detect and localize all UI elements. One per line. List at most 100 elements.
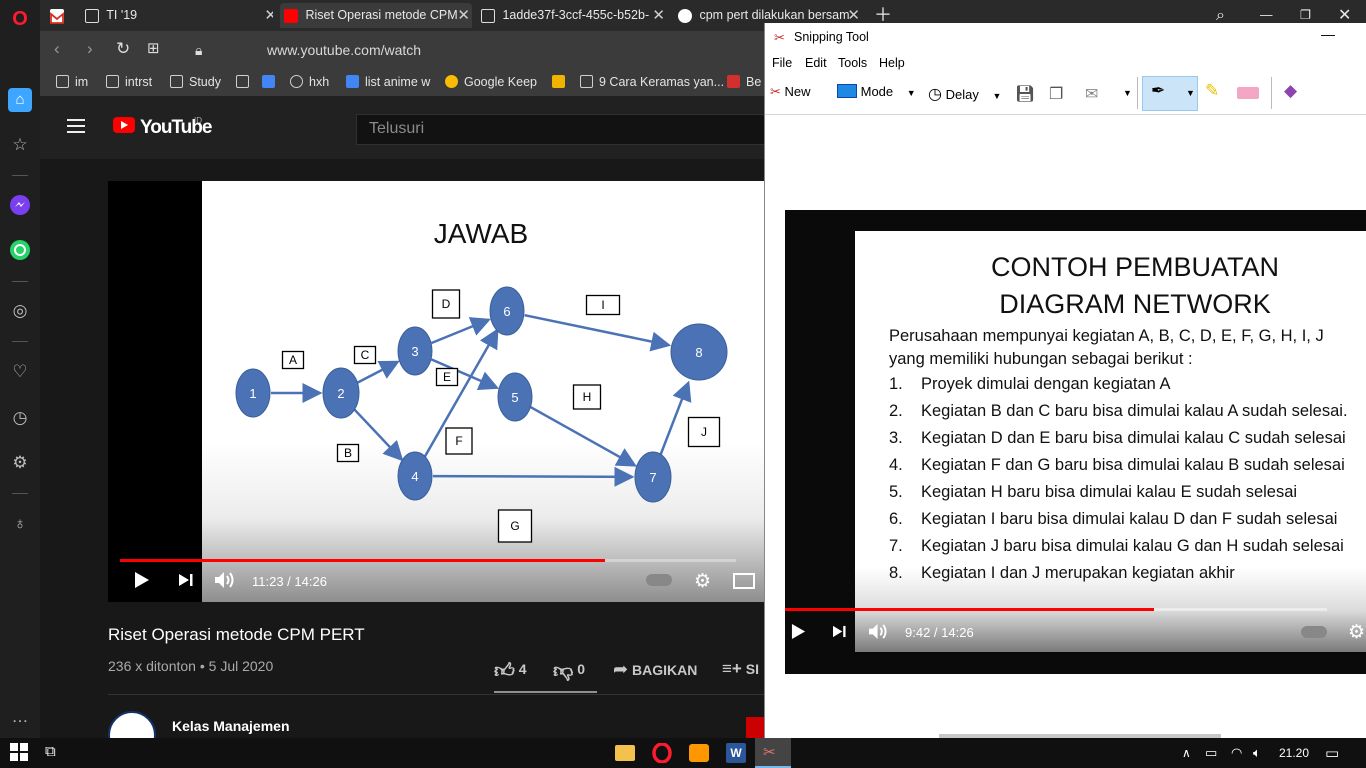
home-icon[interactable]: ⌂ [8,88,32,112]
menu-tools[interactable]: Tools [838,56,867,70]
share-button[interactable]: ➦ BAGIKAN [613,659,697,680]
bookmark-be[interactable]: Be [727,75,761,89]
new-snip-button[interactable]: ✂ New [770,84,811,100]
chevron-up-icon[interactable]: ∧ [1182,746,1202,766]
whatsapp-icon[interactable] [8,239,32,263]
speed-dial-grid-icon[interactable]: ⊞ [147,39,160,57]
battery-icon[interactable]: ▭ [1205,745,1225,765]
tab-gmail[interactable] [50,3,76,28]
channel-avatar[interactable] [108,711,156,738]
back-icon[interactable]: ‹ [54,39,60,59]
dislike-button[interactable]: 👎︎ 0 [553,659,585,683]
bookmark-keramas[interactable]: 9 Cara Keramas yan... [580,75,724,89]
notification-icon[interactable]: ▭ [1325,744,1345,764]
autoplay-toggle[interactable] [646,574,672,586]
player-icon[interactable]: ◎ [8,299,32,323]
menu-file[interactable]: File [772,56,792,70]
channel-name[interactable]: Kelas Manajemen [172,718,290,734]
like-button[interactable]: 👍︎ 4 [494,659,527,683]
windows-start-icon[interactable] [10,743,30,763]
settings-gear-icon[interactable]: ⚙ [8,451,32,475]
paint3d-icon[interactable]: ◆ [1284,81,1297,101]
keep-icon [445,75,458,88]
bookmark-folder-intrst[interactable]: intrst [106,75,152,89]
task-view-icon[interactable]: ⧉ [45,743,65,763]
bookmark-google-keep[interactable]: Google Keep [445,75,537,89]
tab-close-icon[interactable]: ✕ [652,3,665,28]
activity-label-F: F [455,434,462,448]
word-icon[interactable]: W [726,743,746,763]
event-node-label-8: 8 [695,345,702,360]
dropdown-arrow-icon[interactable]: ▼ [1123,88,1132,98]
activity-label-E: E [443,370,451,384]
bookmark-list-anime[interactable]: list anime w [346,75,430,89]
bookmark-hxh[interactable]: hxh [290,75,329,89]
hamburger-menu-icon[interactable] [67,119,85,133]
youtube-logo-icon[interactable] [113,117,135,133]
tab-document[interactable]: 1adde37f-3ccf-455c-b52b- ✕ [481,3,667,28]
activity-label-B: B [344,446,352,460]
youtube-page: YouTube ID Telusuri JAWAB 1 2 3 4 5 6 7 8 A B C D E… [40,97,764,738]
lightbulb-icon[interactable]: ♁ [8,512,32,536]
bookmark-flash[interactable] [552,75,571,89]
flash-icon [552,75,565,88]
translate-icon [262,75,275,88]
tab-close-icon[interactable]: ✕ [264,3,273,28]
menu-edit[interactable]: Edit [805,56,827,70]
like-ratio-bar [494,691,597,693]
heart-icon[interactable]: ♡ [8,360,32,384]
minimize-button[interactable]: — [1321,26,1335,42]
video-player[interactable]: JAWAB 12345678 ABCDEFGHIJ 11:23 / 14:26 … [108,181,764,602]
search-input[interactable]: Telusuri [356,114,764,145]
speaker-icon[interactable]: 🔈︎ [1253,745,1273,765]
dropdown-arrow-icon[interactable]: ▼ [1186,88,1195,98]
tab-close-icon[interactable]: ✕ [457,3,470,28]
tab-youtube[interactable]: Riset Operasi metode CPM ✕ [280,3,472,28]
url-field[interactable]: www.youtube.com/watch [267,42,421,58]
bookmark-translate[interactable] [262,75,281,89]
snipping-tool-titlebar: ✂ Snipping Tool — [765,23,1366,53]
opera-icon[interactable] [652,742,672,764]
bookmark-folder-study[interactable]: Study [170,75,221,89]
reload-icon[interactable]: ↻ [116,39,130,59]
file-explorer-icon[interactable] [615,745,635,761]
bookmark-folder-im[interactable]: im [56,75,88,89]
forward-icon[interactable]: › [87,39,93,59]
play-icon[interactable] [134,571,150,594]
list-item: 3. Kegiatan D dan E baru bisa dimulai kal… [889,429,1346,447]
miniplayer-icon[interactable] [733,573,755,589]
settings-gear-icon[interactable]: ⚙ [694,570,711,593]
next-icon[interactable] [178,573,194,592]
highlighter-icon[interactable]: ✎ [1205,81,1219,101]
copy-icon[interactable]: ❐ [1049,84,1063,104]
menu-help[interactable]: Help [879,56,905,70]
delay-button[interactable]: ◷ Delay ▼ [928,84,1001,104]
wifi-icon[interactable]: ◠ [1231,745,1251,765]
tab-ti19[interactable]: TI '19 ✕ [85,3,273,28]
save-button[interactable]: ≡+ SI [722,659,759,679]
eraser-icon[interactable] [1237,87,1259,99]
region-code: ID [194,116,202,125]
list-item: 4. Kegiatan F dan G baru bisa dimulai kal… [889,456,1345,474]
play-icon [791,623,806,645]
volume-icon[interactable] [214,571,236,594]
bookmark-star-icon[interactable]: ☆ [8,133,32,157]
folder-icon [106,75,119,88]
history-clock-icon[interactable]: ◷ [8,406,32,430]
mode-button[interactable]: Mode ▼ [837,84,916,99]
volume-icon [868,623,889,645]
network-diagram: JAWAB 1 2 3 4 5 6 7 8 A B C D E F G H I J [235,218,728,543]
save-icon[interactable]: 💾︎ [1015,84,1035,104]
bookmark-page[interactable] [236,75,255,89]
send-email-icon[interactable]: ✉ [1085,84,1098,104]
clock[interactable]: 21.20 [1279,746,1309,760]
sublime-icon[interactable] [689,744,709,762]
subscribe-button[interactable] [746,717,764,738]
activity-label-H: H [583,390,592,404]
opera-logo-icon[interactable]: O [8,7,32,31]
more-dots-icon[interactable]: … [8,705,32,729]
divider [108,694,764,695]
time-display: 9:42 / 14:26 [905,625,974,640]
messenger-icon[interactable] [8,194,32,218]
list-item: 7. Kegiatan J baru bisa dimulai kalau G d… [889,537,1344,555]
